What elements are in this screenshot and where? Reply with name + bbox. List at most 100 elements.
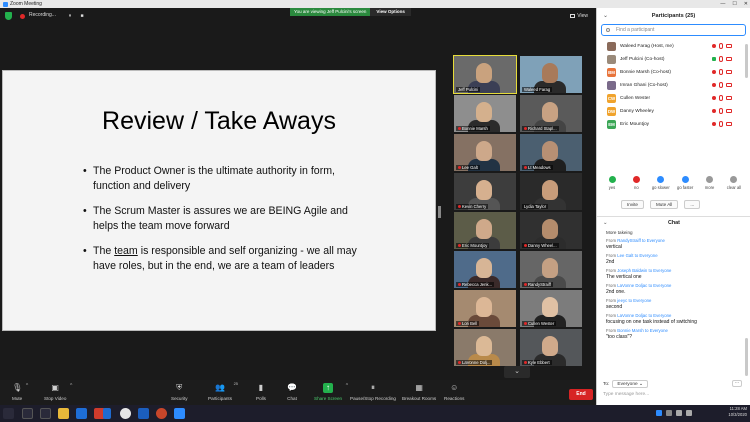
video-tile[interactable]: Bonnie Marsh — [454, 95, 516, 132]
breakout-rooms-button[interactable]: ▦ Breakout Rooms — [402, 383, 436, 401]
muted-mic-icon[interactable] — [719, 121, 723, 127]
video-tile[interactable]: LaVonne Dolj... — [454, 329, 516, 366]
pause-stop-recording-label: Pause/Stop Recording — [350, 396, 396, 401]
share-screen-label: Share Screen — [314, 396, 343, 401]
video-tile[interactable]: Kevin Cherry — [454, 173, 516, 210]
participant-row[interactable]: Imran Ghani (Co-host) — [597, 79, 750, 92]
muted-mic-icon[interactable] — [719, 82, 723, 88]
volume-icon[interactable] — [686, 410, 692, 416]
video-options-caret[interactable]: ^ — [70, 383, 72, 389]
video-tile[interactable]: Lydia Taylor — [520, 173, 582, 210]
mute-button[interactable]: 🎙 ^ Mute — [12, 383, 28, 401]
participants-scrollbar[interactable] — [745, 44, 748, 78]
video-tile[interactable]: Jeff Pulcini — [453, 55, 517, 94]
chat-scrollbar[interactable] — [745, 338, 748, 376]
chat-title: Chat — [668, 220, 680, 226]
invite-button[interactable]: Invite — [621, 200, 644, 209]
video-tile[interactable]: Eric Mountjoy — [454, 212, 516, 249]
split-view-handle[interactable] — [438, 206, 441, 218]
chat-more-button[interactable]: ··· — [732, 380, 742, 387]
chat-button[interactable]: 💬 Chat — [287, 383, 297, 401]
task-view-icon[interactable] — [40, 408, 51, 419]
participants-label: Participants — [208, 396, 233, 401]
participant-face — [476, 63, 492, 83]
video-name-tag: Lt Meadows — [522, 165, 553, 170]
muted-mic-icon[interactable] — [719, 95, 723, 101]
start-menu-icon[interactable] — [3, 408, 14, 419]
more-options-button[interactable]: ... — [684, 200, 701, 209]
participant-status — [712, 56, 732, 62]
muted-mic-icon[interactable] — [719, 108, 723, 114]
participant-row[interactable]: CW Cullen Wester — [597, 92, 750, 105]
tray-arrow-icon[interactable] — [666, 410, 672, 416]
reaction-button[interactable]: go slower — [652, 176, 670, 190]
zoom-taskbar-icon[interactable] — [174, 408, 185, 419]
search-taskbar-icon[interactable] — [22, 408, 33, 419]
pause-stop-recording-button[interactable]: ⏸ Pause/Stop Recording — [350, 383, 396, 401]
video-tile[interactable]: Kyle Ebbert — [520, 329, 582, 366]
share-screen-button[interactable]: ↑ ^ Share Screen — [314, 383, 348, 401]
mute-options-caret[interactable]: ^ — [26, 383, 28, 389]
powerpoint-icon[interactable] — [156, 408, 167, 419]
participant-row[interactable]: BM Bonnie Marsh (Co-host) — [597, 66, 750, 79]
mute-all-button[interactable]: Mute All — [649, 200, 679, 209]
chat-message-input[interactable]: Type message here... — [603, 392, 649, 397]
minimize-button[interactable]: — — [720, 0, 725, 8]
recipient-select[interactable]: Everyone ⌄ — [612, 380, 649, 388]
video-tile[interactable]: RandyStraiff — [520, 251, 582, 288]
reaction-button[interactable]: more — [701, 176, 719, 190]
chrome-icon[interactable] — [120, 408, 131, 419]
security-button[interactable]: ⛨ Security — [171, 383, 188, 401]
video-tile[interactable]: Lt Meadows — [520, 134, 582, 171]
file-explorer-icon[interactable] — [58, 408, 69, 419]
video-tile[interactable]: Cullen Wester — [520, 290, 582, 327]
close-button[interactable]: ✕ — [744, 0, 748, 8]
participant-row[interactable]: Waleed Farag (Host, me) — [597, 40, 750, 53]
minimize-chat-icon[interactable]: ⌄ — [603, 217, 608, 229]
participant-search-input[interactable]: Find a participant — [601, 24, 746, 36]
video-tile[interactable]: Richard Stapl... — [520, 95, 582, 132]
reaction-button[interactable]: no — [627, 176, 645, 190]
video-name-tag: Lydia Taylor — [522, 204, 549, 209]
muted-mic-icon[interactable] — [719, 43, 723, 49]
muted-mic-icon[interactable] — [719, 69, 723, 75]
stop-video-button[interactable]: ▣ ^ Stop Video — [44, 383, 72, 401]
reactions-button[interactable]: ☺ Reactions — [444, 383, 464, 401]
video-tile[interactable]: Danny Wheel... — [520, 212, 582, 249]
participant-row[interactable]: Jeff Pulcini (Co-host) — [597, 53, 750, 66]
shield-icon: ⛨ — [176, 383, 183, 392]
muted-mic-icon[interactable] — [719, 56, 723, 62]
word-icon[interactable] — [138, 408, 149, 419]
pause-recording-button[interactable]: ⏸ — [66, 12, 74, 20]
end-meeting-button[interactable]: End — [569, 389, 593, 400]
share-options-caret[interactable]: ^ — [346, 383, 348, 389]
polls-button[interactable]: ▮ Polls — [256, 383, 266, 401]
view-button[interactable]: View — [570, 13, 588, 19]
view-options-button[interactable]: View Options — [370, 8, 411, 16]
video-tile[interactable]: Waleed Farag — [520, 56, 582, 93]
stop-recording-button[interactable]: ■ — [78, 12, 86, 20]
app-icon[interactable] — [103, 408, 111, 419]
maximize-button[interactable]: ☐ — [732, 0, 736, 8]
system-clock[interactable]: 11:28 AM 10/3/2020 — [728, 406, 747, 418]
stop-video-label: Stop Video — [44, 396, 67, 401]
video-tile[interactable]: Lee Galt — [454, 134, 516, 171]
video-name-tag: Rebecca Jenk... — [456, 282, 495, 287]
reaction-button[interactable]: go faster — [676, 176, 694, 190]
reaction-button[interactable]: clear all — [725, 176, 743, 190]
video-tile[interactable]: Lori Bell — [454, 290, 516, 327]
network-icon[interactable] — [676, 410, 682, 416]
encryption-shield-icon[interactable] — [5, 12, 12, 20]
chat-from-label: From — [606, 253, 618, 258]
edge-browser-icon[interactable] — [76, 408, 87, 419]
tray-zoom-icon[interactable] — [656, 410, 662, 416]
gallery-next-page-button[interactable]: ⌄ — [504, 366, 530, 378]
participant-row[interactable]: EM Eric Mountjoy — [597, 118, 750, 131]
video-name-tag: Kyle Ebbert — [522, 360, 552, 365]
participants-button[interactable]: 👥 25 Participants — [208, 381, 238, 401]
minimize-panel-icon[interactable]: ⌄ — [603, 8, 608, 24]
reaction-button[interactable]: yes — [603, 176, 621, 190]
video-tile[interactable]: Rebecca Jenk... — [454, 251, 516, 288]
chat-messages: More takeing From RandyStraiff to Everyo… — [606, 230, 742, 343]
participant-row[interactable]: DW Danny Wheeley — [597, 105, 750, 118]
